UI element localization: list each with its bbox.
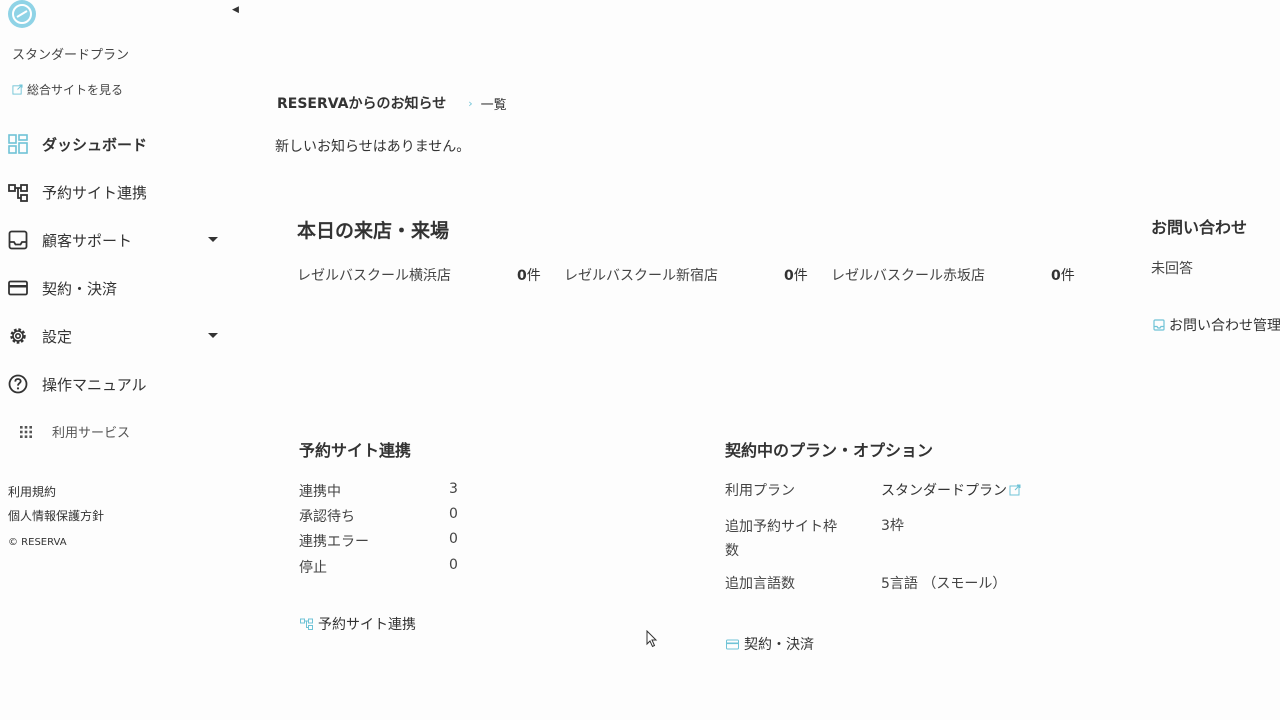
booking-sites-link-label: 予約サイト連携 [318,617,416,633]
help-icon [7,373,29,395]
services-label: 利用サービス [52,426,131,441]
inbox-icon [7,229,29,251]
booking-status-value: 0 [449,557,458,573]
store-count-value: 0 [784,268,794,284]
services-menu[interactable]: 利用サービス [20,422,130,441]
gear-icon [7,325,29,347]
inbox-icon [1153,319,1165,331]
sitemap-icon [7,181,29,203]
sitemap-icon [300,618,313,630]
sidebar-item-label: 契約・決済 [42,279,118,298]
sidebar-item-customer-support[interactable]: 顧客サポート [0,216,246,264]
external-link-icon [1009,484,1021,496]
extra-sites-label-line: 数 [725,543,739,559]
footer-links: 利用規約 個人情報保護方針 [8,480,104,528]
chevron-right-icon: › [468,96,473,110]
terms-link[interactable]: 利用規約 [8,480,104,504]
sidebar-item-label: ダッシュボード [42,135,148,154]
store-count-unit: 件 [793,268,808,284]
contract-link[interactable]: 契約・決済 [726,634,814,654]
privacy-policy-link[interactable]: 個人情報保護方針 [8,504,104,528]
store-count: 0件 [784,264,808,288]
copyright: © RESERVA [8,537,67,548]
extra-sites-value: 3枠 [881,518,904,534]
sidebar-item-manual[interactable]: 操作マニュアル [0,360,246,408]
booking-status-label: 承認待ち [299,509,355,525]
inquiry-title: お問い合わせ [1151,218,1248,237]
credit-card-icon [726,639,739,649]
today-visits-title: 本日の来店・来場 [297,220,450,242]
sidebar-item-label: 操作マニュアル [42,375,147,394]
inquiry-manage-link[interactable]: お問い合わせ管理 [1153,315,1280,335]
inquiry-manage-label: お問い合わせ管理 [1169,318,1280,334]
store-count-unit: 件 [1060,268,1075,284]
store-name: レゼルバスクール横浜店 [297,268,451,284]
booking-sites-link[interactable]: 予約サイト連携 [300,614,416,634]
booking-status-value: 0 [449,531,458,547]
sidebar-nav: ダッシュボード 予約サイト連携 顧客サポート 契約・決済 設定 操作マニュアル [0,120,246,408]
extra-sites-label-line: 追加予約サイト枠 [725,519,837,535]
mouse-cursor-icon [646,629,658,652]
sidebar-item-label: 予約サイト連携 [42,183,148,202]
inquiry-unanswered-label: 未回答 [1151,261,1193,277]
booking-status-label: 停止 [299,560,327,576]
breadcrumb: RESERVAからのお知らせ › 一覧 [277,93,507,113]
store-count: 0件 [1051,264,1075,288]
sidebar-item-contract[interactable]: 契約・決済 [0,264,246,312]
languages-label: 追加言語数 [725,576,795,592]
plan-value-link[interactable]: スタンダードプラン [881,480,1021,500]
dashboard-icon [7,133,29,155]
reserva-logo-icon[interactable] [6,0,38,28]
booking-status-value: 0 [449,506,458,522]
store-count-value: 0 [517,268,527,284]
sidebar-item-label: 顧客サポート [42,231,133,250]
booking-status-value: 3 [449,481,458,497]
plan-value: スタンダードプラン [881,483,1007,499]
store-count-value: 0 [1051,268,1061,284]
contract-link-label: 契約・決済 [744,637,814,653]
store-name: レゼルバスクール赤坂店 [831,268,985,284]
credit-card-icon [7,277,29,299]
external-link-icon [12,84,23,95]
store-count-unit: 件 [526,268,541,284]
plan-name: スタンダードプラン [12,48,130,63]
sidebar-item-dashboard[interactable]: ダッシュボード [0,120,246,168]
booking-status-label: 連携エラー [299,534,369,550]
news-list-link[interactable]: 一覧 [481,94,507,113]
chevron-down-icon[interactable] [208,237,218,242]
sidebar-item-label: 設定 [42,327,73,346]
view-site-link[interactable]: 総合サイトを見る [12,81,123,98]
no-news-message: 新しいお知らせはありません。 [275,139,471,155]
view-site-label: 総合サイトを見る [27,83,124,97]
news-title: RESERVAからのお知らせ [277,96,447,112]
extra-sites-label: 追加予約サイト枠 数 [725,515,837,563]
booking-status-label: 連携中 [299,484,341,500]
sidebar: ◀ スタンダードプラン 総合サイトを見る ダッシュボード 予約サイト連携 顧客サ… [0,0,246,720]
store-name: レゼルバスクール新宿店 [564,268,718,284]
chevron-down-icon[interactable] [208,333,218,338]
sidebar-item-booking-sites[interactable]: 予約サイト連携 [0,168,246,216]
sidebar-item-settings[interactable]: 設定 [0,312,246,360]
plan-label: 利用プラン [725,483,795,499]
languages-value: 5言語 （スモール） [881,576,1007,592]
collapse-sidebar-icon[interactable]: ◀ [232,5,239,15]
booking-sites-title: 予約サイト連携 [299,441,412,460]
apps-grid-icon [20,425,32,438]
store-count: 0件 [517,264,541,288]
contract-title: 契約中のプラン・オプション [725,441,934,460]
